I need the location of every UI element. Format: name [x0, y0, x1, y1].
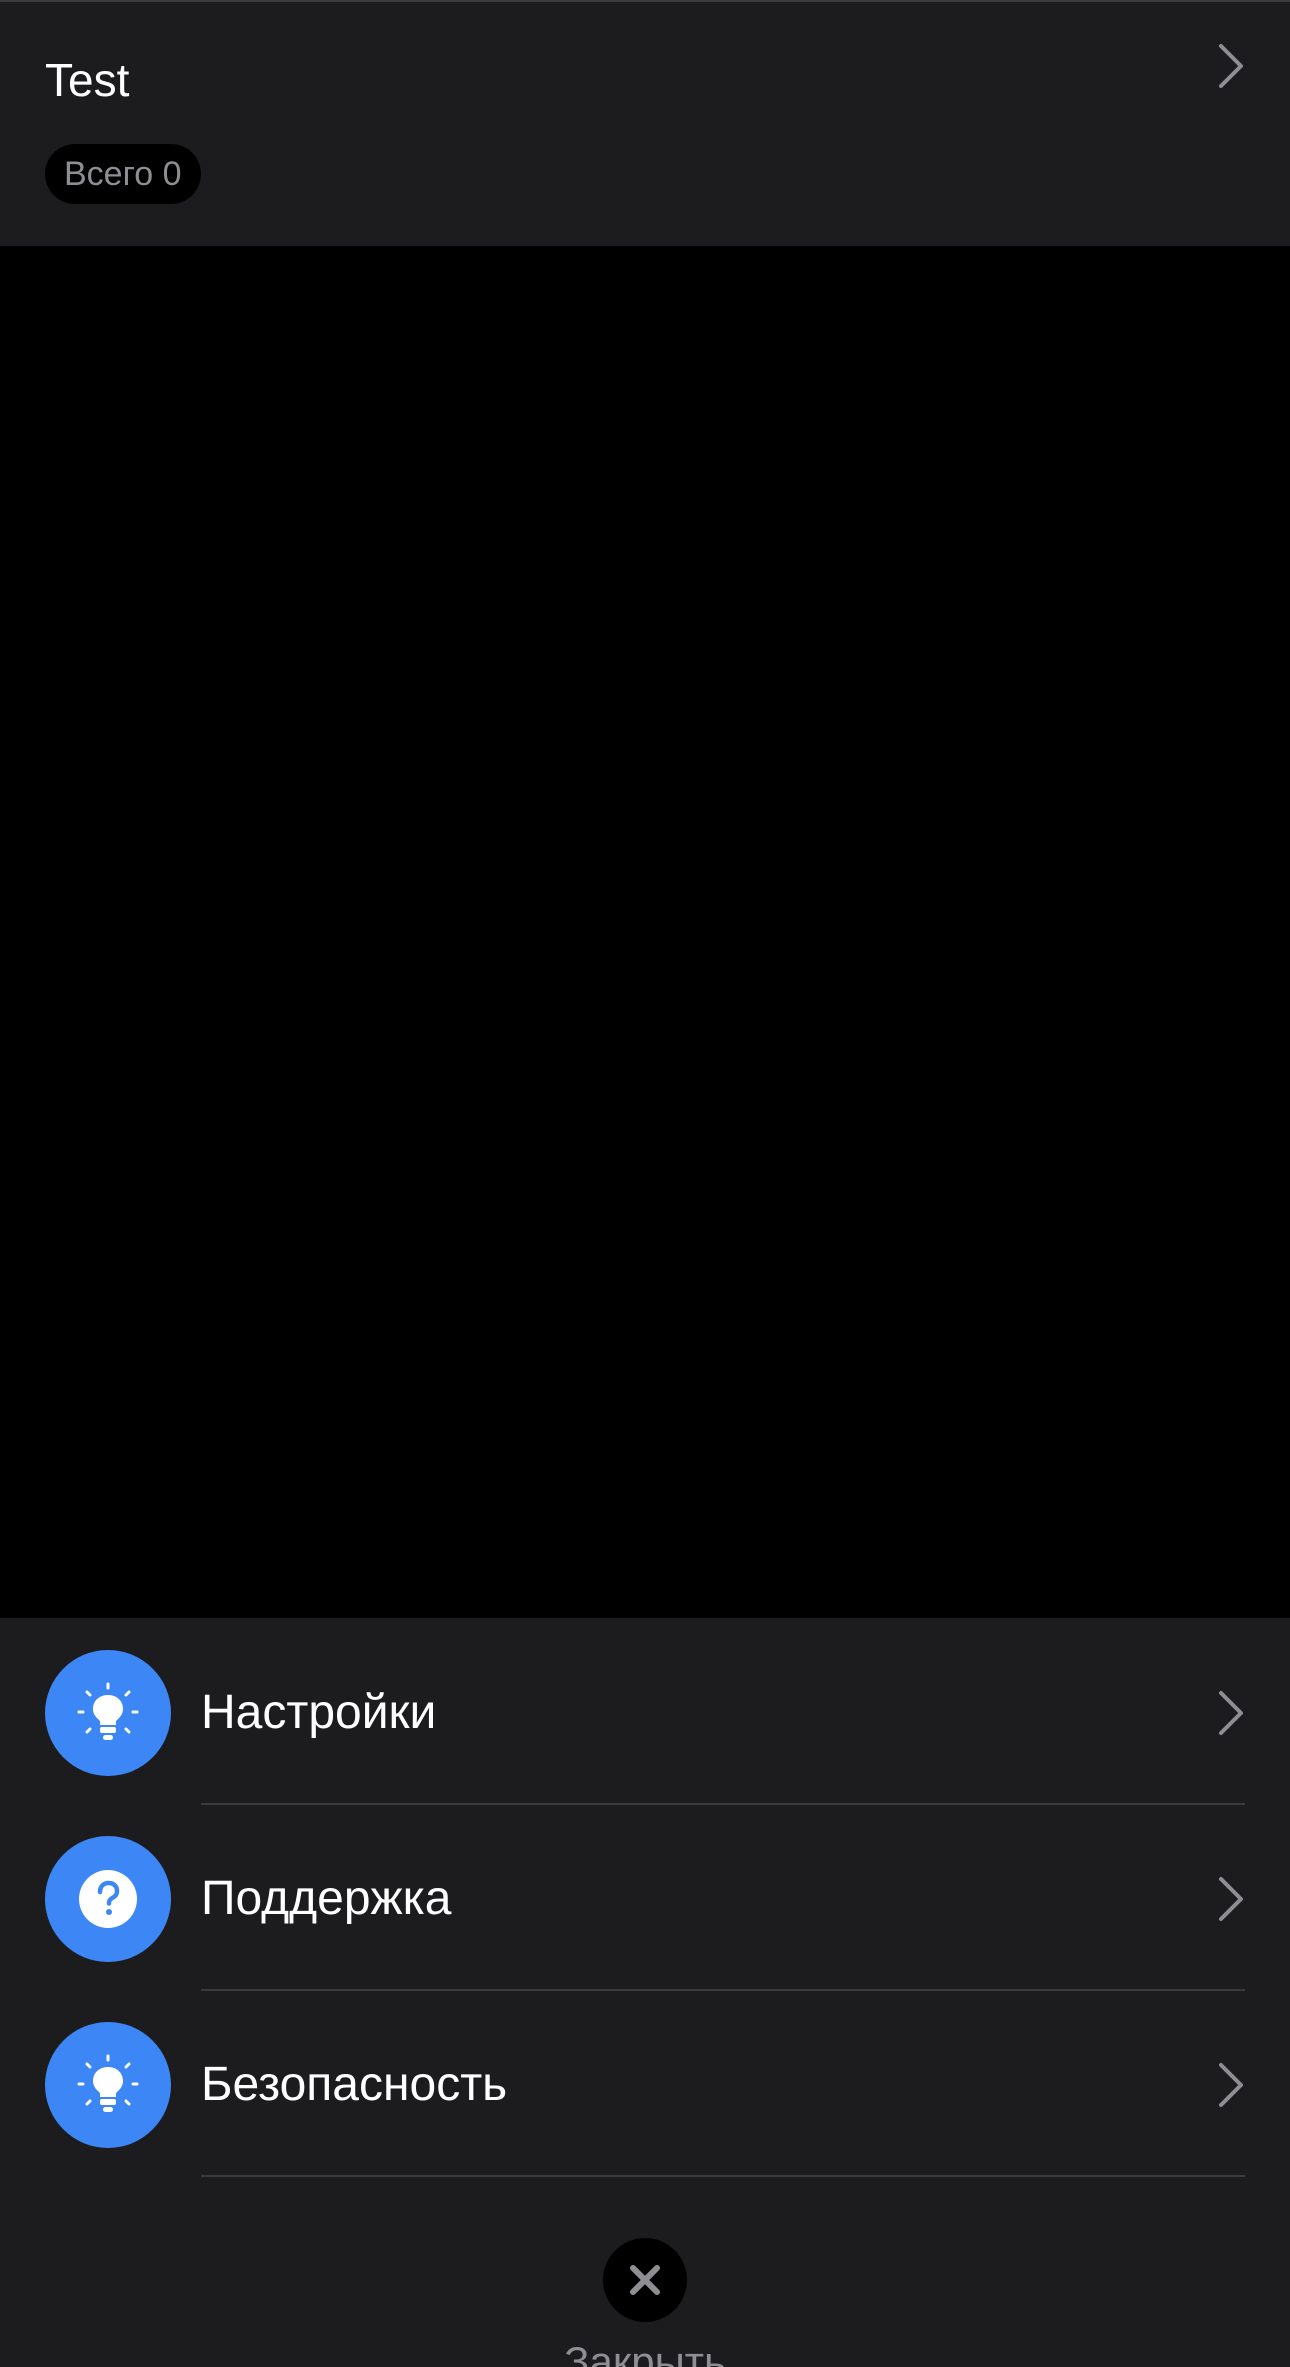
menu-item-support[interactable]: Поддержка [0, 1804, 1290, 1991]
header-card[interactable]: Test Всего 0 [0, 0, 1290, 246]
lightbulb-icon [45, 2022, 171, 2148]
screen: Test Всего 0 Настройки Поддержка Безопас… [0, 0, 1290, 2367]
total-badge: Всего 0 [45, 144, 201, 204]
chevron-right-icon[interactable] [1217, 42, 1245, 90]
lightbulb-icon [45, 1650, 171, 1776]
close-button[interactable] [603, 2238, 687, 2322]
chevron-right-icon [1219, 1877, 1243, 1921]
menu-item-label: Настройки [201, 1686, 437, 1739]
menu-item-label: Безопасность [201, 2058, 508, 2111]
question-circle-icon [45, 1836, 171, 1962]
chevron-right-icon [1219, 2063, 1243, 2107]
menu-item-label: Поддержка [201, 1872, 452, 1925]
divider [201, 2175, 1245, 2177]
menu-item-security[interactable]: Безопасность [0, 1990, 1290, 2177]
chevron-right-icon [1219, 1691, 1243, 1735]
total-badge-label: Всего 0 [64, 155, 182, 193]
close-icon [630, 2265, 660, 2295]
close-label[interactable]: Закрыть [0, 2336, 1290, 2367]
menu-item-settings[interactable]: Настройки [0, 1618, 1290, 1805]
content-area [0, 246, 1290, 1618]
page-title: Test [45, 54, 130, 106]
